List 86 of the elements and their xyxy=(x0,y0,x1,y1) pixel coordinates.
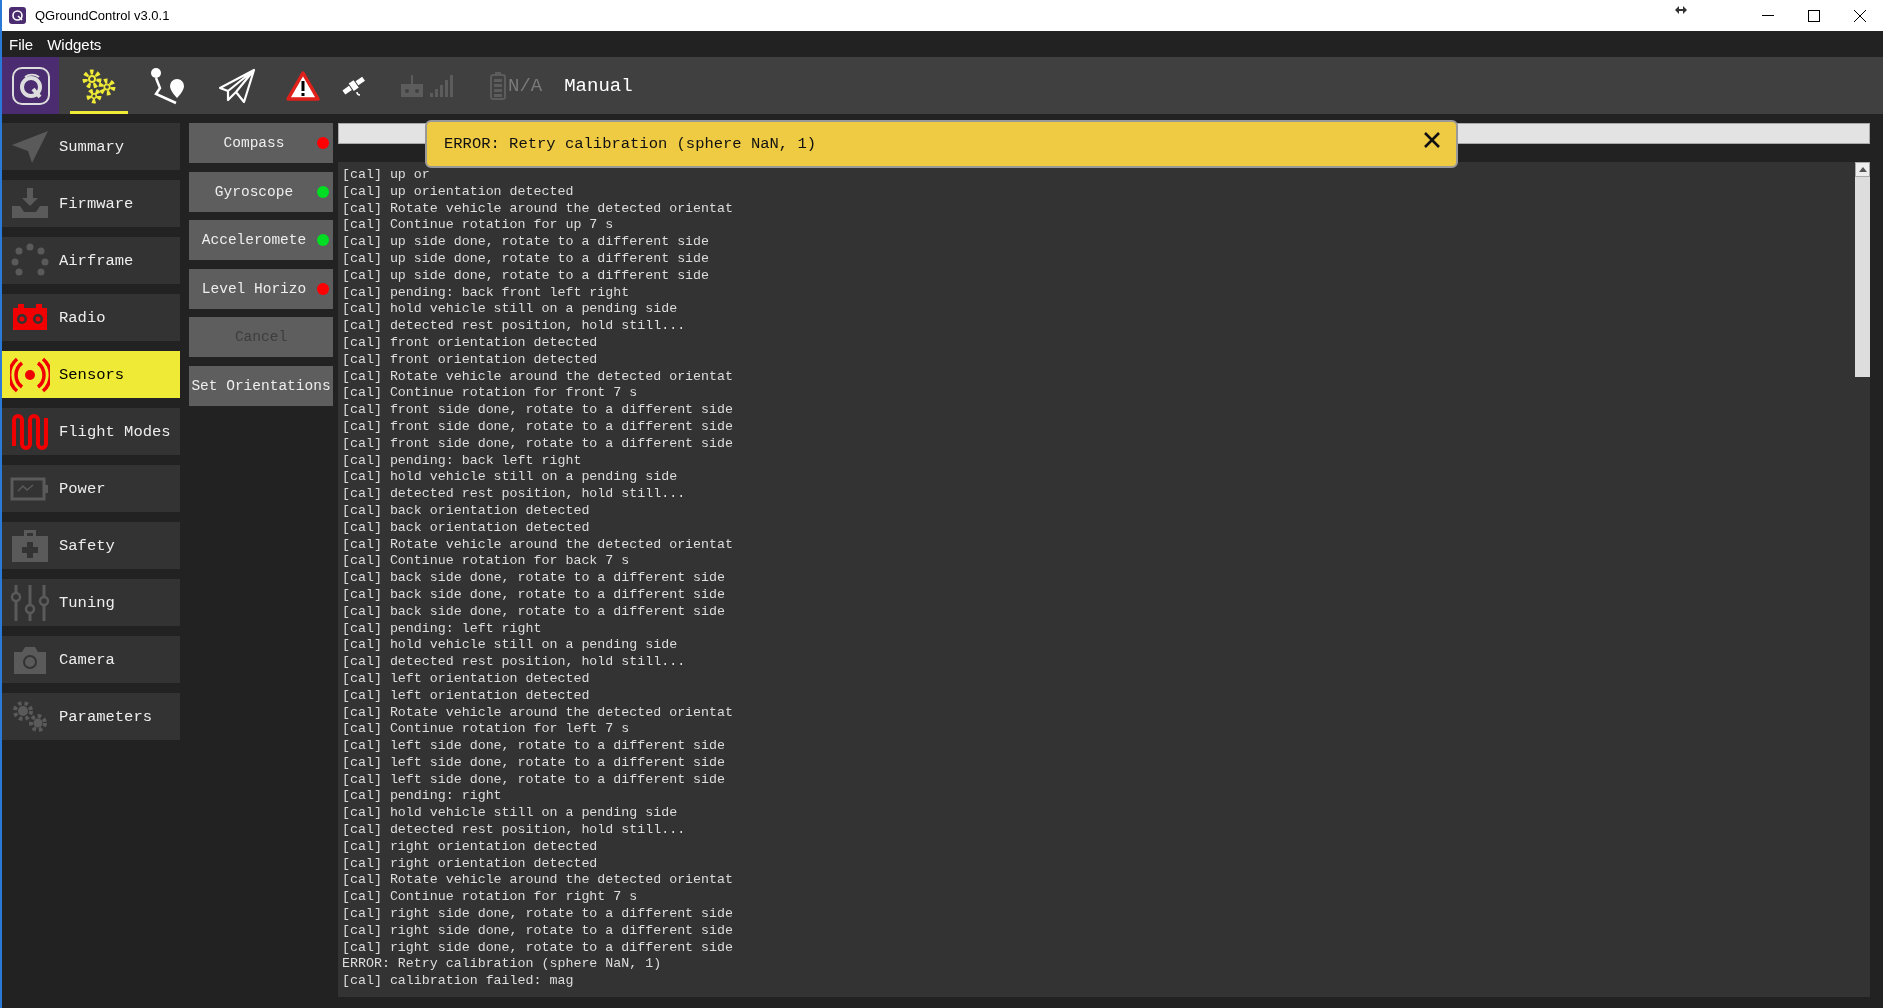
log-line: [cal] Continue rotation for up 7 s xyxy=(342,217,615,235)
log-line: [cal] front orientation detected xyxy=(342,351,599,369)
app-icon xyxy=(9,7,26,24)
log-line: [cal] Rotate vehicle around the detected orientat xyxy=(342,872,734,890)
log-line: [cal] left side done, rotate to a different side xyxy=(342,754,726,772)
log-line: [cal] pending: right xyxy=(342,788,503,806)
scrollbar[interactable] xyxy=(1855,162,1870,997)
sidebar-item[interactable]: Firmware xyxy=(2,180,180,227)
paper-plane-icon xyxy=(218,67,256,104)
log-line: [cal] calibration failed: mag xyxy=(342,973,575,991)
log-line: [cal] back side done, rotate to a different side xyxy=(342,586,726,604)
log-line: [cal] Continue rotation for front 7 s xyxy=(342,385,639,403)
calibration-button[interactable]: Level Horizo xyxy=(189,268,333,309)
maximize-icon xyxy=(1808,9,1820,22)
radio-controller-icon[interactable] xyxy=(400,73,424,98)
log-line: [cal] up side done, rotate to a different side xyxy=(342,267,711,285)
log-line: [cal] up orientation detected xyxy=(342,183,575,201)
sidebar-item[interactable]: Radio xyxy=(2,294,180,341)
scroll-up-icon[interactable] xyxy=(1858,167,1867,172)
log-line: [cal] hold vehicle still on a pending side xyxy=(342,469,679,487)
log-line: [cal] back side done, rotate to a different side xyxy=(342,570,726,587)
log-line: [cal] right side done, rotate to a different side xyxy=(342,922,734,940)
calibration-button[interactable]: Acceleromete xyxy=(189,220,333,261)
log-line: [cal] back orientation detected xyxy=(342,502,591,520)
sidebar-item[interactable]: Safety xyxy=(2,522,180,569)
calibration-button[interactable]: Compass xyxy=(189,123,333,163)
close-icon xyxy=(1854,9,1866,22)
battery-status: N/A xyxy=(508,74,543,97)
log-line: [cal] right side done, rotate to a different side xyxy=(342,906,734,923)
log-line: [cal] pending: back left right xyxy=(342,452,583,470)
log-line: [cal] left orientation detected xyxy=(342,687,591,705)
log-line: [cal] hold vehicle still on a pending side xyxy=(342,637,679,655)
log-line: [cal] Continue rotation for back 7 s xyxy=(342,553,631,571)
sidebar-item[interactable]: Airframe xyxy=(2,237,180,284)
resize-icon xyxy=(1675,5,1687,14)
log-line: [cal] Continue rotation for right 7 s xyxy=(342,889,639,907)
log-line: [cal] up or xyxy=(342,167,431,184)
calibration-button[interactable]: Gyroscope xyxy=(189,171,333,212)
window-title: QGroundControl v3.0.1 xyxy=(35,8,170,23)
sidebar-item[interactable]: Power xyxy=(2,465,180,512)
log-line: [cal] front side done, rotate to a different side xyxy=(342,435,734,453)
sidebar-item[interactable]: Parameters xyxy=(2,693,180,740)
log-line: [cal] detected rest position, hold still... xyxy=(342,822,687,839)
log-line: [cal] hold vehicle still on a pending side xyxy=(342,301,679,319)
log-line: [cal] detected rest position, hold still... xyxy=(342,654,687,671)
log-line: [cal] hold vehicle still on a pending side xyxy=(342,805,679,823)
route-pin-icon xyxy=(149,66,187,105)
sidebar-item[interactable]: Flight Modes xyxy=(2,408,180,455)
log-line: [cal] right orientation detected xyxy=(342,838,599,856)
log-line: [cal] left side done, rotate to a different side xyxy=(342,738,726,755)
sidebar-item[interactable]: Summary xyxy=(2,123,180,170)
error-message: ERROR: Retry calibration (sphere NaN, 1) xyxy=(444,135,818,153)
minimize-icon xyxy=(1762,14,1774,17)
log-line: [cal] Rotate vehicle around the detected orientat xyxy=(342,368,734,386)
menu-item[interactable]: File xyxy=(9,35,34,53)
menu-item[interactable]: Widgets xyxy=(47,35,102,53)
log-line: ERROR: Retry calibration (sphere NaN, 1) xyxy=(342,956,663,974)
log-line: [cal] back side done, rotate to a different side xyxy=(342,603,726,621)
gears-icon xyxy=(80,67,118,104)
log-line: [cal] up side done, rotate to a different side xyxy=(342,234,711,251)
log-line: [cal] Rotate vehicle around the detected orientat xyxy=(342,200,734,218)
log-line: [cal] front side done, rotate to a different side xyxy=(342,402,734,419)
sidebar-item[interactable]: Tuning xyxy=(2,579,180,626)
log-line: [cal] pending: left right xyxy=(342,620,543,638)
log-line: [cal] detected rest position, hold still... xyxy=(342,486,687,503)
log-line: [cal] front side done, rotate to a different side xyxy=(342,418,734,436)
log-line: [cal] Continue rotation for left 7 s xyxy=(342,721,631,739)
close-icon[interactable] xyxy=(1422,130,1442,150)
log-line: [cal] back orientation detected xyxy=(342,519,591,537)
log-line: [cal] Rotate vehicle around the detected orientat xyxy=(342,536,734,554)
log-line: [cal] right orientation detected xyxy=(342,855,599,873)
log-line: [cal] pending: back front left right xyxy=(342,284,631,302)
sidebar-item[interactable]: Sensors xyxy=(2,351,180,398)
sidebar-item[interactable]: Camera xyxy=(2,636,180,683)
log-line: [cal] detected rest position, hold still... xyxy=(342,318,687,335)
calibration-button[interactable]: Set Orientations xyxy=(189,365,333,406)
log-line: [cal] right side done, rotate to a different side xyxy=(342,939,734,957)
log-line: [cal] up side done, rotate to a different side xyxy=(342,251,711,268)
flight-mode-selector[interactable]: Manual xyxy=(564,74,633,97)
log-line: [cal] left side done, rotate to a different side xyxy=(342,771,726,789)
signal-strength-icon xyxy=(430,73,454,98)
warning-icon[interactable] xyxy=(286,70,320,101)
log-line: [cal] Rotate vehicle around the detected orientat xyxy=(342,704,734,722)
app-logo[interactable] xyxy=(2,57,59,114)
log-line: [cal] left orientation detected xyxy=(342,670,591,688)
log-line: [cal] front orientation detected xyxy=(342,334,599,352)
